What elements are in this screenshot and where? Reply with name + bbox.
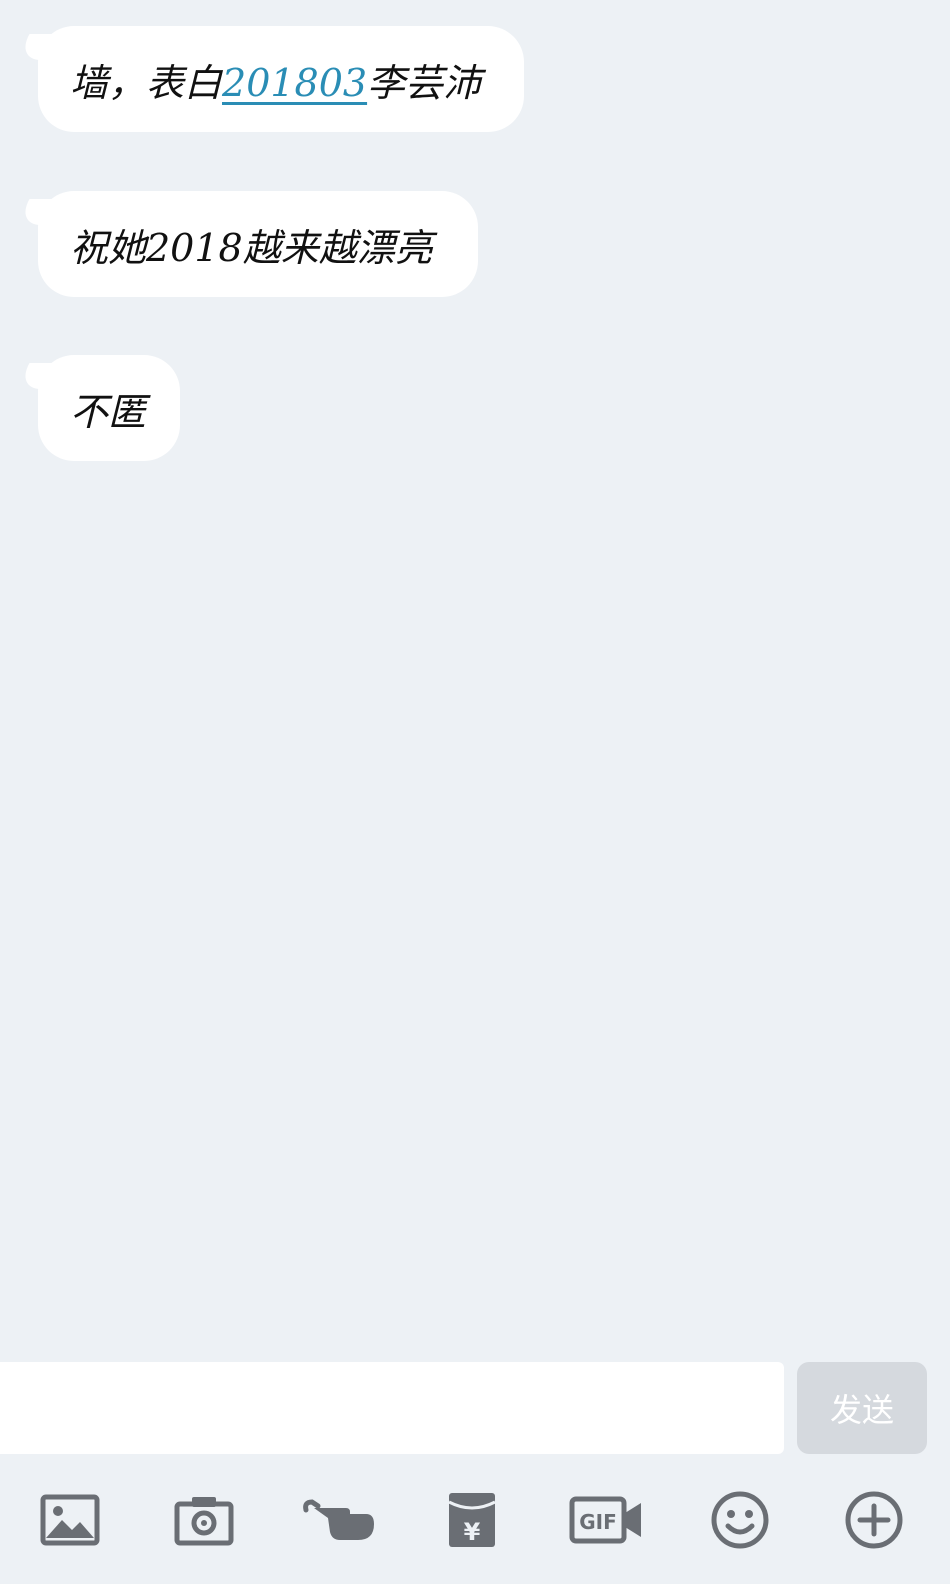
send-button[interactable]: 发送 — [797, 1362, 927, 1454]
gif-icon[interactable]: GIF — [566, 1480, 646, 1560]
message-text: 祝她2018越来越漂亮 — [70, 225, 433, 270]
message-link[interactable]: 201803 — [222, 61, 367, 105]
chat-message-list: 墙，表白201803李芸沛 祝她2018越来越漂亮 不匿 — [0, 0, 950, 1360]
composer-bar: 发送 — [0, 1360, 950, 1460]
camera-icon[interactable] — [164, 1480, 244, 1560]
message-input[interactable] — [0, 1362, 784, 1454]
message-text-prefix: 墙，表白 — [70, 60, 223, 105]
yen-glyph: ¥ — [464, 1518, 481, 1546]
message-bubble[interactable]: 不匿 — [38, 355, 180, 461]
message-bubble[interactable]: 墙，表白201803李芸沛 — [38, 26, 524, 132]
emoji-icon[interactable] — [700, 1480, 780, 1560]
message-text-suffix: 李芸沛 — [367, 60, 482, 105]
message-text: 墙，表白201803李芸沛 — [70, 52, 481, 107]
red-packet-icon[interactable]: ¥ — [432, 1480, 512, 1560]
composer-toolbar: ¥ GIF — [0, 1480, 950, 1584]
plus-icon[interactable] — [834, 1480, 914, 1560]
message-bubble[interactable]: 祝她2018越来越漂亮 — [38, 191, 478, 297]
image-icon[interactable] — [30, 1480, 110, 1560]
poke-hand-icon[interactable] — [298, 1480, 378, 1560]
gif-label: GIF — [579, 1510, 617, 1534]
message-text: 不匿 — [70, 389, 147, 434]
